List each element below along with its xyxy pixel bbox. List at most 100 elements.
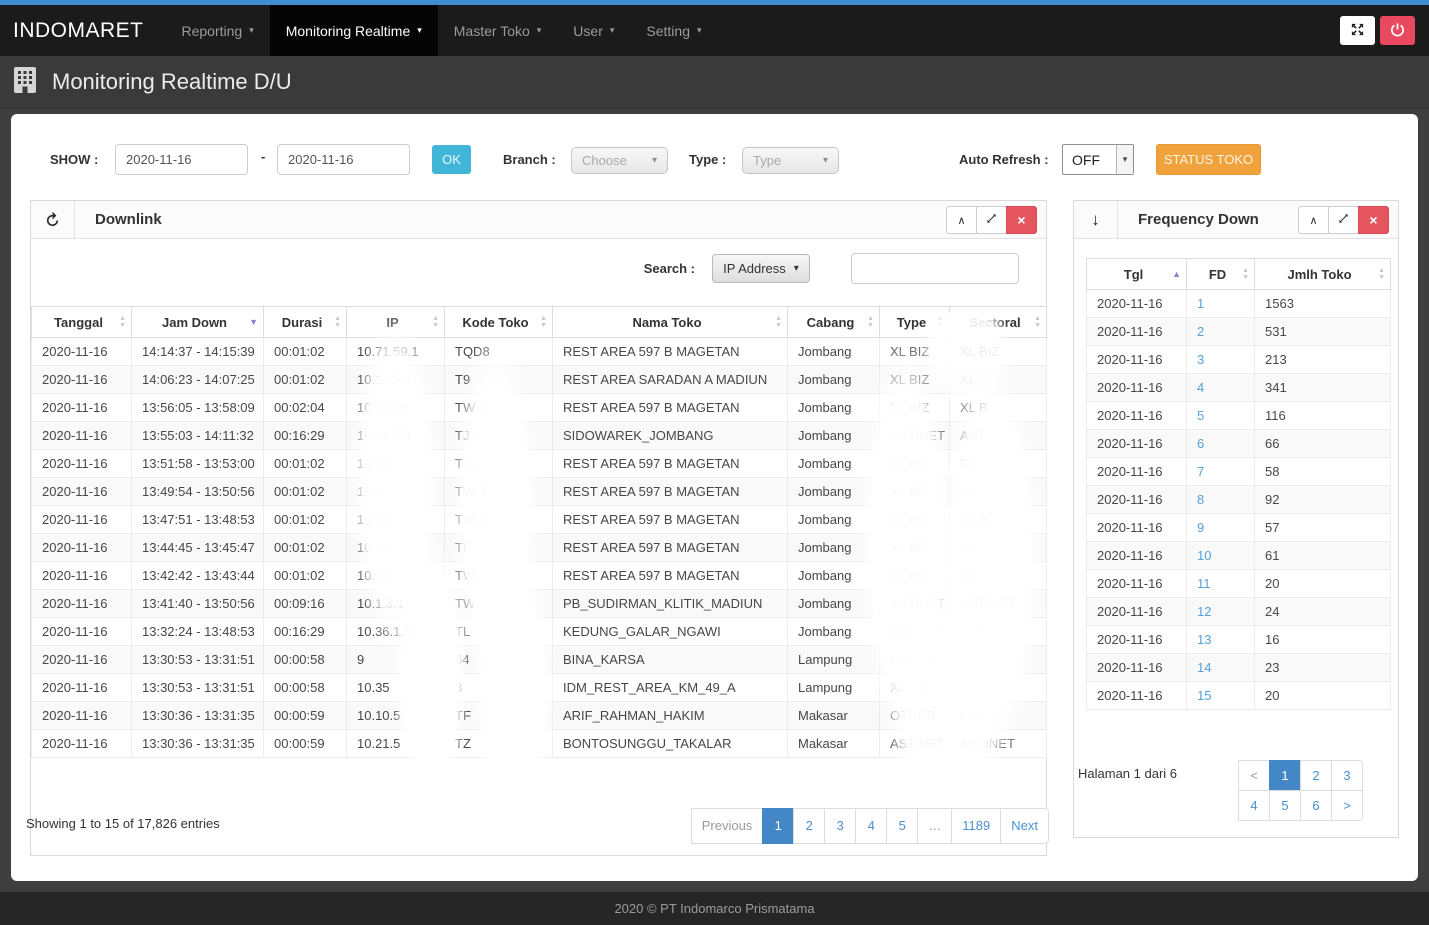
cell-cabang: Jombang (788, 394, 880, 422)
column-header[interactable]: Tgl (1087, 259, 1187, 290)
column-header[interactable]: Nama Toko (553, 307, 788, 338)
power-button[interactable] (1380, 16, 1415, 45)
table-row: 2020-11-16 13 16 (1087, 626, 1391, 654)
column-header[interactable]: Kode Toko (445, 307, 553, 338)
date-to-input[interactable] (277, 144, 410, 175)
page-button[interactable]: Previous (691, 808, 764, 844)
expand-button[interactable] (1328, 206, 1359, 234)
cell-type: XL BIZ (880, 338, 950, 366)
table-row: 2020-11-16 10 61 (1087, 542, 1391, 570)
fd-link[interactable]: 7 (1197, 464, 1204, 479)
cell-sectoral: XL (950, 562, 1047, 590)
fd-link[interactable]: 2 (1197, 324, 1204, 339)
fd-link[interactable]: 13 (1197, 632, 1211, 647)
column-header[interactable]: Type (880, 307, 950, 338)
cell-tgl: 2020-11-16 (1087, 570, 1187, 598)
page-button[interactable]: 6 (1300, 790, 1332, 821)
cell-ip: 10.21.5 (347, 730, 445, 758)
page-button[interactable]: 2 (1300, 760, 1332, 791)
column-header[interactable]: Jam Down (132, 307, 264, 338)
fd-link[interactable]: 12 (1197, 604, 1211, 619)
page-button[interactable]: < (1238, 760, 1270, 791)
fd-link[interactable]: 14 (1197, 660, 1211, 675)
refresh-icon[interactable] (31, 201, 75, 238)
cell-jam-down: 13:44:45 - 13:45:47 (132, 534, 264, 562)
cell-jam-down: 13:55:03 - 14:11:32 (132, 422, 264, 450)
column-header[interactable]: IP (347, 307, 445, 338)
page-button[interactable]: 4 (1238, 790, 1270, 821)
fd-link[interactable]: 3 (1197, 352, 1204, 367)
column-header[interactable]: FD (1187, 259, 1255, 290)
table-row: 2020-11-16 13:49:54 - 13:50:56 00:01:02 … (32, 478, 1047, 506)
page-button[interactable]: 3 (1331, 760, 1363, 791)
nav-item[interactable]: Setting ▾ (630, 5, 717, 56)
nav-item[interactable]: Master Toko ▾ (438, 5, 558, 56)
fd-link[interactable]: 15 (1197, 688, 1211, 703)
column-header[interactable]: Durasi (264, 307, 347, 338)
nav-item[interactable]: Monitoring Realtime ▾ (270, 5, 438, 56)
close-button[interactable]: × (1006, 206, 1037, 234)
page-button[interactable]: Next (1000, 808, 1049, 844)
cell-cabang: Jombang (788, 478, 880, 506)
fd-link[interactable]: 9 (1197, 520, 1204, 535)
page-button[interactable]: 4 (855, 808, 887, 844)
collapse-button[interactable]: ∧ (946, 206, 977, 234)
fullscreen-button[interactable] (1340, 16, 1375, 45)
collapse-button[interactable]: ∧ (1298, 206, 1329, 234)
cell-nama-toko: IDM_REST_AREA_KM_49_A (553, 674, 788, 702)
downlink-panel-header: Downlink ∧ × (31, 201, 1046, 239)
nav-item-label: User (573, 23, 603, 39)
page-button[interactable]: > (1331, 790, 1363, 821)
type-select[interactable]: Type ▾ (742, 147, 839, 174)
fd-link[interactable]: 1 (1197, 296, 1204, 311)
cell-nama-toko: ARIF_RAHMAN_HAKIM (553, 702, 788, 730)
ok-button[interactable]: OK (432, 145, 471, 174)
fd-link[interactable]: 6 (1197, 436, 1204, 451)
auto-refresh-select[interactable]: OFF ▾ (1062, 144, 1134, 175)
expand-button[interactable] (976, 206, 1007, 234)
table-row: 2020-11-16 12 24 (1087, 598, 1391, 626)
close-button[interactable]: × (1358, 206, 1389, 234)
column-header[interactable]: Sectoral (950, 307, 1047, 338)
brand-logo[interactable]: INDOMARET (0, 5, 166, 56)
search-field-select[interactable]: IP Address ▾ (712, 254, 810, 283)
nav-menu: Reporting ▾ Monitoring Realtime ▾ Master… (166, 5, 718, 56)
column-header-label: Nama Toko (632, 315, 701, 330)
nav-item[interactable]: User ▾ (557, 5, 630, 56)
status-toko-button[interactable]: STATUS TOKO (1156, 144, 1261, 175)
arrow-down-icon: ↓ (1074, 201, 1118, 238)
cell-tanggal: 2020-11-16 (32, 590, 132, 618)
fd-link[interactable]: 4 (1197, 380, 1204, 395)
cell-nama-toko: KEDUNG_GALAR_NGAWI (553, 618, 788, 646)
cell-fd: 12 (1187, 598, 1255, 626)
page-button[interactable]: 1189 (951, 808, 1001, 844)
chevron-up-icon: ∧ (957, 214, 965, 227)
column-header[interactable]: Tanggal (32, 307, 132, 338)
cell-nama-toko: REST AREA 597 B MAGETAN (553, 394, 788, 422)
cell-type: XL BIZ (880, 562, 950, 590)
page-button[interactable]: 1 (1269, 760, 1301, 791)
search-input[interactable] (851, 253, 1019, 284)
page-button[interactable]: 2 (793, 808, 825, 844)
cell-kode-toko: TJ 0 (445, 422, 553, 450)
fd-link[interactable]: 11 (1197, 576, 1211, 591)
page-button[interactable]: 3 (824, 808, 856, 844)
fd-link[interactable]: 10 (1197, 548, 1211, 563)
branch-select[interactable]: Choose ▾ (571, 147, 668, 174)
page-button[interactable]: 5 (886, 808, 918, 844)
frequency-panel-buttons: ∧ × (1299, 206, 1389, 234)
branch-label: Branch : (503, 152, 556, 167)
cell-kode-toko: TW 3 (445, 506, 553, 534)
page-button[interactable]: 1 (762, 808, 794, 844)
fd-link[interactable]: 5 (1197, 408, 1204, 423)
nav-item[interactable]: Reporting ▾ (166, 5, 270, 56)
page-button[interactable]: 5 (1269, 790, 1301, 821)
fd-link[interactable]: 8 (1197, 492, 1204, 507)
date-from-input[interactable] (115, 144, 248, 175)
chevron-up-icon: ∧ (1309, 214, 1317, 227)
cell-tanggal: 2020-11-16 (32, 338, 132, 366)
table-row: 2020-11-16 13:55:03 - 14:11:32 00:16:29 … (32, 422, 1047, 450)
page-button[interactable]: … (917, 808, 952, 844)
column-header[interactable]: Cabang (788, 307, 880, 338)
column-header[interactable]: Jmlh Toko (1255, 259, 1391, 290)
